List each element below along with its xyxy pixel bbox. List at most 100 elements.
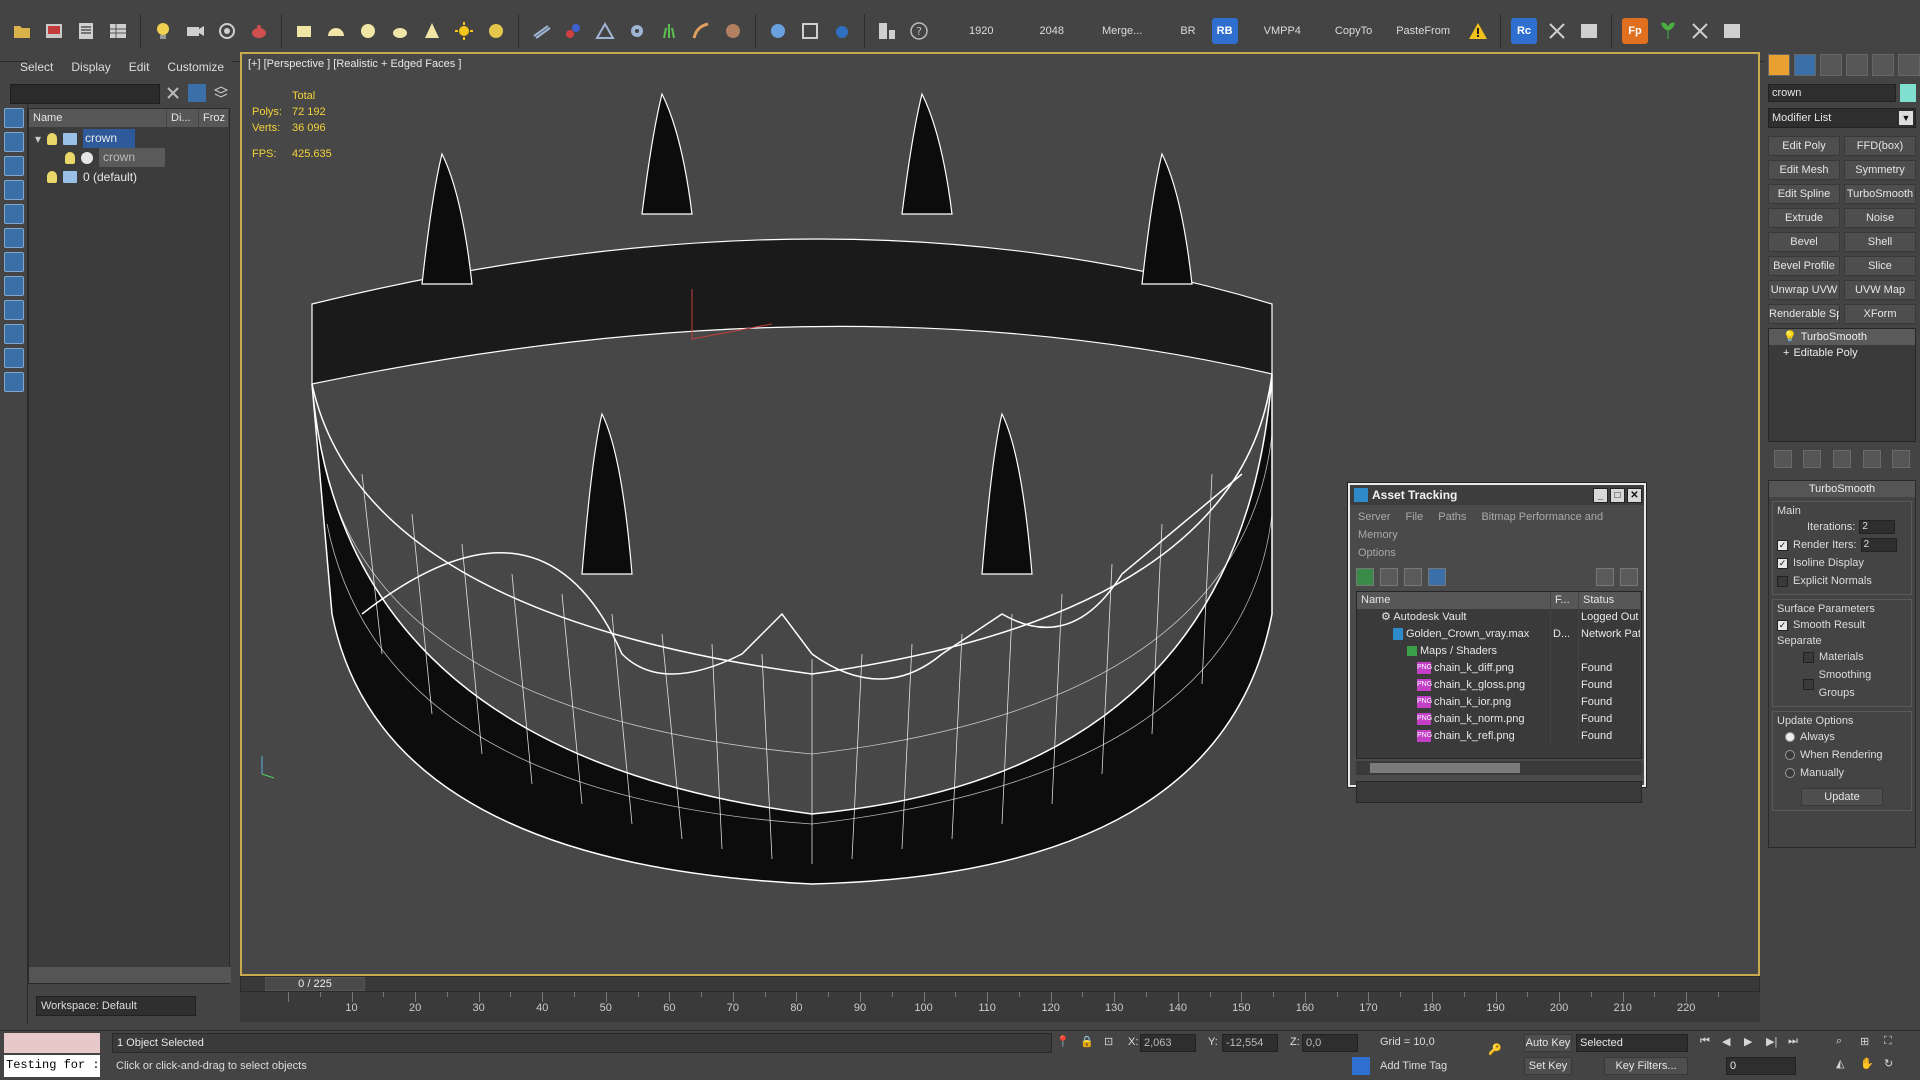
display-helpers-icon[interactable]: [4, 204, 24, 224]
prev-frame-icon[interactable]: ◀: [1722, 1035, 1740, 1053]
maxscript-input[interactable]: Testing for :: [4, 1055, 100, 1077]
materials-checkbox[interactable]: [1803, 651, 1814, 663]
current-frame-field[interactable]: 0: [1726, 1057, 1796, 1075]
motion-tab-icon[interactable]: [1846, 54, 1868, 76]
stack-item[interactable]: + Editable Poly: [1769, 345, 1915, 361]
display-containers-icon[interactable]: [4, 324, 24, 344]
close-button[interactable]: ✕: [1627, 487, 1642, 503]
hemisphere-icon[interactable]: [321, 16, 351, 46]
merge-button[interactable]: Merge...: [1090, 16, 1154, 46]
column-name[interactable]: Name: [1357, 592, 1551, 609]
br-button[interactable]: BR: [1168, 16, 1207, 46]
rollout-title[interactable]: TurboSmooth: [1769, 481, 1915, 497]
utilities-tab-icon[interactable]: [1898, 54, 1920, 76]
key-mode-dropdown[interactable]: Selected: [1576, 1034, 1688, 1052]
render-iters-checkbox[interactable]: ✓: [1777, 539, 1788, 551]
z-coordinate-field[interactable]: 0,0: [1302, 1034, 1358, 1052]
help-icon[interactable]: [1596, 568, 1614, 586]
display-frozen-icon[interactable]: [4, 348, 24, 368]
menu-edit[interactable]: Edit: [129, 60, 150, 74]
goto-start-icon[interactable]: ⏮: [1700, 1035, 1718, 1053]
wrench-icon[interactable]: [1685, 16, 1715, 46]
orbit-icon[interactable]: ↻: [1884, 1057, 1902, 1075]
maximize-button[interactable]: □: [1610, 487, 1625, 503]
menu-file[interactable]: File: [1405, 511, 1423, 523]
unwrap-uvw-button[interactable]: Unwrap UVW: [1768, 280, 1840, 300]
edit-spline-button[interactable]: Edit Spline: [1768, 184, 1840, 204]
dome-icon[interactable]: [827, 16, 857, 46]
time-slider[interactable]: 0 / 225: [240, 976, 1760, 992]
menu-display[interactable]: Display: [71, 60, 110, 74]
explorer-scrollbar[interactable]: [29, 967, 231, 983]
display-cameras-icon[interactable]: [4, 180, 24, 200]
isoline-display-checkbox[interactable]: ✓: [1777, 557, 1788, 569]
edit-poly-button[interactable]: Edit Poly: [1768, 136, 1840, 156]
hierarchy-tab-icon[interactable]: [1820, 54, 1842, 76]
teapot-icon[interactable]: [244, 16, 274, 46]
fur-icon[interactable]: [718, 16, 748, 46]
column-status[interactable]: Status: [1579, 592, 1641, 609]
table-row[interactable]: PNG chain_k_gloss.png Found: [1357, 677, 1641, 694]
vault-help-icon[interactable]: [1620, 568, 1638, 586]
atom-icon[interactable]: [558, 16, 588, 46]
remove-modifier-icon[interactable]: [1862, 450, 1881, 468]
bulb-icon[interactable]: [47, 170, 57, 183]
display-spacewarps-icon[interactable]: [4, 228, 24, 248]
box-icon[interactable]: [289, 16, 319, 46]
tools-icon[interactable]: [1542, 16, 1572, 46]
menu-server[interactable]: Server: [1358, 511, 1390, 523]
ffd-box-button[interactable]: FFD(box): [1844, 136, 1916, 156]
iterations-spinner[interactable]: 2: [1859, 520, 1896, 534]
extrude-button[interactable]: Extrude: [1768, 208, 1840, 228]
table-row[interactable]: PNG chain_k_diff.png Found: [1357, 660, 1641, 677]
make-unique-icon[interactable]: [1832, 450, 1851, 468]
menu-paths[interactable]: Paths: [1438, 511, 1466, 523]
goto-end-icon[interactable]: ⏭: [1788, 1035, 1806, 1053]
maxscript-listener-mini[interactable]: [4, 1033, 100, 1053]
plant-icon[interactable]: [1653, 16, 1683, 46]
cone-icon[interactable]: [417, 16, 447, 46]
globe-icon[interactable]: [763, 16, 793, 46]
column-f[interactable]: F...: [1551, 592, 1579, 609]
display-tab-icon[interactable]: [1872, 54, 1894, 76]
bulb-icon[interactable]: [47, 132, 57, 145]
table-row[interactable]: PNG chain_k_norm.png Found: [1357, 711, 1641, 728]
track-bar[interactable]: 10 20 30 40 50 60 70 80 90 100 110 120 130 140 150 160 1…: [240, 992, 1760, 1022]
scroll-thumb[interactable]: [1370, 763, 1520, 773]
key-filters-button[interactable]: Key Filters...: [1604, 1057, 1688, 1075]
preset-2048-button[interactable]: 2048: [1027, 16, 1075, 46]
proxy-icon[interactable]: [795, 16, 825, 46]
list-view-icon[interactable]: [1380, 568, 1398, 586]
panel-icon[interactable]: [1574, 16, 1604, 46]
image-icon[interactable]: [39, 16, 69, 46]
mesh-icon[interactable]: [590, 16, 620, 46]
layers-icon[interactable]: [212, 84, 230, 102]
show-end-result-icon[interactable]: [1803, 450, 1822, 468]
list-item[interactable]: crown: [29, 148, 229, 167]
symmetry-button[interactable]: Symmetry: [1844, 160, 1916, 180]
time-slider-thumb[interactable]: 0 / 225: [265, 977, 365, 991]
fp-button[interactable]: Fp: [1622, 17, 1648, 44]
zoom-icon[interactable]: ⌕: [1836, 1035, 1854, 1053]
column-name[interactable]: Name: [29, 109, 167, 127]
pin-stack-icon[interactable]: [1773, 450, 1792, 468]
column-frozen[interactable]: Froz: [199, 109, 229, 127]
particles-icon[interactable]: [526, 16, 556, 46]
table-row[interactable]: PNG chain_k_ior.png Found: [1357, 694, 1641, 711]
table-row[interactable]: Maps / Shaders: [1357, 643, 1641, 660]
xform-button[interactable]: XForm: [1844, 304, 1916, 324]
minimize-button[interactable]: _: [1593, 487, 1608, 503]
rc-button[interactable]: Rc: [1511, 17, 1537, 44]
viewport-label[interactable]: [+] [Perspective ] [Realistic + Edged Fa…: [248, 58, 461, 70]
y-coordinate-field[interactable]: -12,554: [1222, 1034, 1278, 1052]
menu-options[interactable]: Options: [1358, 547, 1396, 559]
set-key-button[interactable]: Set Key: [1524, 1057, 1572, 1075]
lightbulb-icon[interactable]: 💡: [1783, 331, 1797, 343]
when-rendering-radio[interactable]: [1785, 750, 1795, 760]
manually-radio[interactable]: [1785, 768, 1795, 778]
menu-select[interactable]: Select: [20, 60, 53, 74]
table-row[interactable]: Golden_Crown_vray.max D... Network Pat: [1357, 626, 1641, 643]
fov-icon[interactable]: ◭: [1836, 1057, 1854, 1075]
noise-button[interactable]: Noise: [1844, 208, 1916, 228]
isolate-icon[interactable]: 📍: [1056, 1035, 1074, 1053]
